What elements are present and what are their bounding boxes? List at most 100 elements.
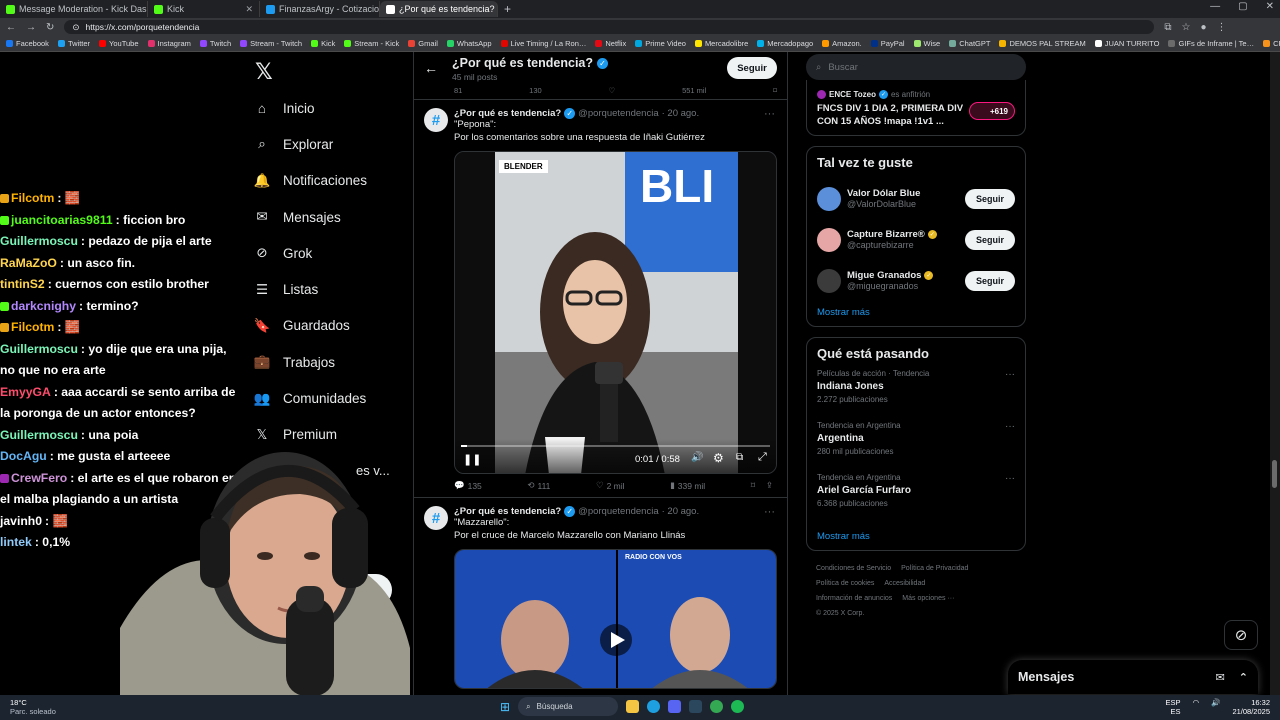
bookmark-item[interactable]: Stream - Twitch (240, 39, 302, 48)
nav-item-explorar[interactable]: ⌕ Explorar (250, 126, 410, 162)
new-message-icon[interactable]: ✉ (1216, 671, 1225, 684)
close-icon[interactable]: ✕ (245, 4, 253, 15)
bookmark-item[interactable]: Stream - Kick (344, 39, 399, 48)
back-arrow-icon[interactable]: ← (424, 60, 438, 76)
weather-widget[interactable]: 18°C Parc. soleado (10, 698, 56, 716)
minimize-icon[interactable]: — (1210, 1, 1220, 12)
tweet-date[interactable]: · 20 ago. (662, 108, 700, 119)
follow-button[interactable]: Seguir (727, 57, 777, 79)
nav-item-mensajes[interactable]: ✉ Mensajes (250, 199, 410, 235)
menu-kebab-icon[interactable]: ⋮ (1217, 22, 1227, 33)
user-display-name[interactable]: Capture Bizarre® (847, 229, 925, 240)
reload-icon[interactable]: ↻ (46, 22, 54, 33)
tweet-handle[interactable]: @porquetendencia (578, 506, 658, 517)
nav-item-trabajos[interactable]: 💼 Trabajos (250, 344, 410, 380)
tweet-date[interactable]: · 20 ago. (662, 506, 700, 517)
trend-more-icon[interactable]: ··· (1005, 369, 1015, 380)
edge-icon[interactable] (647, 700, 661, 713)
space-listeners-pill[interactable]: +619 (969, 102, 1015, 120)
bookmark-item[interactable]: YouTube (99, 39, 139, 48)
search-box[interactable]: ⌕ Buscar (806, 54, 1026, 80)
bookmark-item[interactable]: PayPal (870, 39, 905, 48)
fullscreen-icon[interactable]: ⤢ (758, 451, 767, 464)
nav-item-notificaciones[interactable]: 🔔 Notificaciones (250, 163, 410, 199)
who-to-follow-row[interactable]: Migue Granados ✓ @miguegranados Seguir (817, 260, 1015, 301)
nav-item-guardados[interactable]: 🔖 Guardados (250, 308, 410, 344)
maximize-icon[interactable]: ▢ (1238, 1, 1247, 12)
volume-icon[interactable]: 🔊 (691, 452, 703, 463)
tweet[interactable]: # ¿Por qué es tendencia? ✓ @porquetenden… (414, 498, 787, 695)
share-icon[interactable]: ⇪ (766, 480, 773, 491)
profile-avatar[interactable]: ● (1201, 22, 1207, 33)
views-button[interactable]: ▮ 339 mil (670, 480, 705, 491)
bookmark-icon[interactable]: ⌑ (773, 86, 777, 95)
bookmark-item[interactable]: GIFs de Inframe | Te… (1168, 39, 1254, 48)
avatar[interactable] (817, 186, 841, 211)
trend-item[interactable]: Películas de acción · Tendencia Indiana J… (817, 369, 1015, 421)
wifi-icon[interactable]: ◠ (1193, 698, 1200, 716)
browser-tab-4[interactable]: ¿Por qué es tendencia? (@p✕ (380, 1, 498, 17)
avatar[interactable] (817, 268, 841, 293)
bookmark-item[interactable]: DEMOS PAL STREAM (999, 39, 1086, 48)
bookmark-item[interactable]: CRIPTO (1263, 39, 1280, 48)
live-space-card[interactable]: ENCE Tozeo ✓ es anfitrión FNCS DIV 1 DIA… (806, 80, 1026, 136)
hashtag-avatar[interactable]: # (424, 108, 448, 132)
bookmark-item[interactable]: Wise (913, 39, 940, 48)
taskbar-search[interactable]: ⌕ Búsqueda (518, 697, 619, 716)
browser-tab-1[interactable]: Message Moderation - Kick Dash✕ (0, 1, 148, 17)
view-count[interactable]: 551 mil (682, 86, 706, 95)
chevron-up-icon[interactable]: ⌃ (1239, 671, 1248, 684)
follow-button[interactable]: Seguir (965, 229, 1015, 250)
footer-link[interactable]: Política de Privacidad (901, 561, 968, 576)
steam-icon[interactable] (689, 700, 703, 713)
reply-button[interactable]: 💬 135 (454, 480, 482, 491)
trend-more-icon[interactable]: ··· (1005, 421, 1015, 432)
back-icon[interactable]: ← (6, 22, 16, 33)
grok-fab-button[interactable]: ⊘ (1224, 620, 1258, 650)
footer-link[interactable]: Condiciones de Servicio (816, 561, 891, 576)
user-display-name[interactable]: Valor Dólar Blue (847, 188, 920, 199)
address-bar[interactable]: ⊙ https://x.com/porquetendencia (64, 20, 1155, 34)
close-window-icon[interactable]: ✕ (1266, 1, 1274, 12)
file-explorer-icon[interactable] (626, 700, 640, 713)
nav-item-inicio[interactable]: ⌂ Inicio (250, 90, 410, 126)
bookmark-item[interactable]: JUAN TURRITO (1094, 39, 1159, 48)
extensions-icon[interactable]: ⧉ (1164, 22, 1171, 33)
spotify-icon[interactable] (731, 700, 745, 713)
follow-button[interactable]: Seguir (965, 188, 1015, 209)
video-progress-bar[interactable] (461, 445, 770, 447)
bookmark-item[interactable]: Gmail (408, 39, 438, 48)
bookmark-item[interactable]: Live Timing / La Ron… (500, 39, 586, 48)
page-scrollbar[interactable] (1270, 52, 1280, 695)
bookmark-item[interactable]: Amazon. (822, 39, 862, 48)
site-info-icon[interactable]: ⊙ (72, 22, 79, 33)
scrollbar-thumb[interactable] (1272, 460, 1277, 488)
messages-dock[interactable]: Mensajes ✉ ⌃ (1008, 660, 1258, 694)
forward-icon[interactable]: → (26, 22, 36, 33)
settings-gear-icon[interactable]: ⚙ (713, 451, 724, 465)
avatar[interactable] (817, 227, 841, 252)
bookmark-icon[interactable]: ⌑ (751, 480, 755, 491)
footer-link[interactable]: Más opciones ··· (902, 591, 954, 606)
footer-link[interactable]: Accesibilidad (884, 576, 925, 591)
tweet[interactable]: # ¿Por qué es tendencia? ✓ @porquetenden… (414, 100, 787, 498)
nav-item-listas[interactable]: ☰ Listas (250, 271, 410, 307)
browser-tab-2[interactable]: Kick ✕ (148, 1, 260, 17)
trend-item[interactable]: Tendencia en Argentina Argentina 280 mil p… (817, 421, 1015, 473)
footer-link[interactable]: © 2025 X Corp. (816, 606, 864, 621)
tweet-handle[interactable]: @porquetendencia (578, 108, 658, 119)
tweet-author-name[interactable]: ¿Por qué es tendencia? (454, 506, 561, 517)
user-display-name[interactable]: Migue Granados (847, 270, 921, 281)
bookmark-item[interactable]: Netflix (595, 39, 626, 48)
footer-link[interactable]: Información de anuncios (816, 591, 892, 606)
repost-button[interactable]: ⟲ 111 (527, 480, 550, 491)
who-to-follow-row[interactable]: Valor Dólar Blue @ValorDolarBlue Seguir (817, 178, 1015, 219)
show-more-link[interactable]: Mostrar más (817, 531, 1015, 542)
chrome-icon[interactable] (710, 700, 724, 713)
x-logo-icon[interactable]: 𝕏 (255, 54, 410, 90)
volume-icon[interactable]: 🔊 (1211, 698, 1220, 716)
bookmark-item[interactable]: Instagram (147, 39, 191, 48)
bookmark-item[interactable]: ChatGPT (949, 39, 990, 48)
tweet-video[interactable]: RADIO CON VOS (454, 549, 777, 689)
reply-count[interactable]: 81 (454, 86, 462, 95)
